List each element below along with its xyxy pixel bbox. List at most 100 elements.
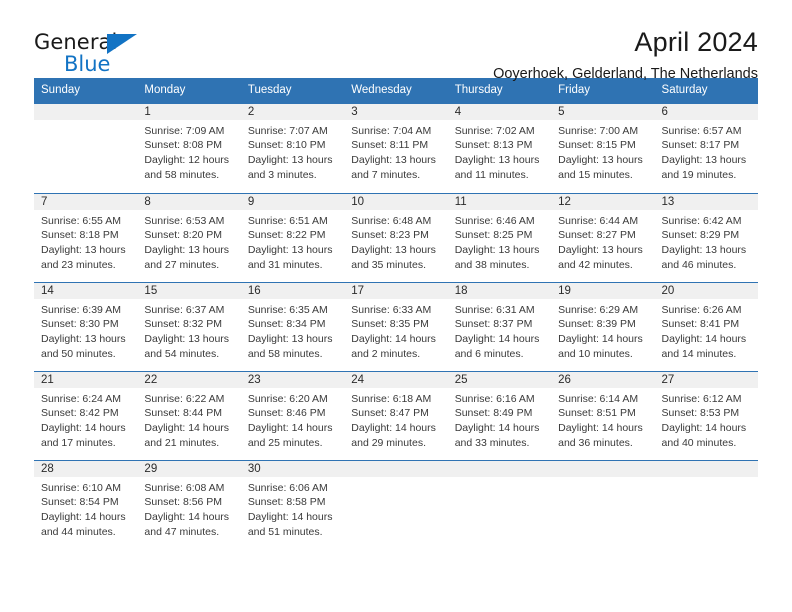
day-cell[interactable]: 26 Sunrise: 6:14 AM Sunset: 8:51 PM Dayligh…: [551, 371, 655, 460]
day-sunset-text: Sunset: 8:46 PM: [247, 407, 326, 420]
page-header: General Blue April 2024 Ooyerhoek, Gelde…: [0, 0, 792, 81]
day-number: 3: [344, 103, 448, 120]
day-details: Sunrise: 6:16 AM Sunset: 8:49 PM Daylight:…: [448, 388, 551, 452]
day-daylight-1-text: Daylight: 13 hours: [558, 244, 643, 257]
day-daylight-2-text: and 7 minutes.: [351, 169, 421, 182]
day-details: Sunrise: 6:26 AM Sunset: 8:41 PM Daylight:…: [655, 299, 758, 363]
day-cell[interactable]: 6 Sunrise: 6:57 AM Sunset: 8:17 PM Daylight…: [654, 103, 758, 193]
day-details: Sunrise: 6:14 AM Sunset: 8:51 PM Daylight:…: [551, 388, 654, 452]
weekday-header-tuesday: Tuesday: [247, 84, 292, 96]
day-cell[interactable]: 28 Sunrise: 6:10 AM Sunset: 8:54 PM Dayligh…: [34, 460, 138, 549]
day-cell[interactable]: 11 Sunrise: 6:46 AM Sunset: 8:25 PM Dayligh…: [447, 193, 552, 282]
day-cell[interactable]: 23 Sunrise: 6:20 AM Sunset: 8:46 PM Dayligh…: [240, 371, 345, 460]
day-cell[interactable]: 1 Sunrise: 7:09 AM Sunset: 8:08 PM Daylight…: [137, 103, 241, 193]
day-cell[interactable]: 4 Sunrise: 7:02 AM Sunset: 8:13 PM Daylight…: [447, 103, 552, 193]
day-sunset-text: Sunset: 8:20 PM: [144, 229, 223, 242]
day-details: Sunrise: 6:18 AM Sunset: 8:47 PM Daylight:…: [344, 388, 447, 452]
day-daylight-1-text: Daylight: 13 hours: [41, 333, 126, 346]
day-sunset-text: Sunset: 8:58 PM: [247, 496, 326, 509]
day-cell[interactable]: 17 Sunrise: 6:33 AM Sunset: 8:35 PM Dayligh…: [344, 282, 448, 371]
day-cell[interactable]: 27 Sunrise: 6:12 AM Sunset: 8:53 PM Dayligh…: [654, 371, 758, 460]
day-details: Sunrise: 6:48 AM Sunset: 8:23 PM Daylight:…: [344, 210, 447, 274]
day-number: 19: [551, 282, 655, 299]
day-sunset-text: Sunset: 8:54 PM: [41, 496, 119, 509]
day-cell[interactable]: 16 Sunrise: 6:35 AM Sunset: 8:34 PM Dayligh…: [240, 282, 345, 371]
day-cell[interactable]: 12 Sunrise: 6:44 AM Sunset: 8:27 PM Dayligh…: [551, 193, 655, 282]
day-cell[interactable]: 9 Sunrise: 6:51 AM Sunset: 8:22 PM Daylight…: [240, 193, 345, 282]
day-cell[interactable]: 13 Sunrise: 6:42 AM Sunset: 8:29 PM Dayligh…: [654, 193, 758, 282]
day-cell[interactable]: 20 Sunrise: 6:26 AM Sunset: 8:41 PM Dayligh…: [654, 282, 758, 371]
brand-logo[interactable]: General Blue: [34, 32, 234, 80]
day-daylight-2-text: and 47 minutes.: [144, 526, 220, 539]
day-cell[interactable]: 7 Sunrise: 6:55 AM Sunset: 8:18 PM Daylight…: [34, 193, 138, 282]
day-daylight-2-text: and 46 minutes.: [661, 259, 737, 272]
brand-name-general: General: [34, 30, 118, 54]
day-daylight-1-text: Daylight: 14 hours: [41, 511, 126, 524]
day-sunset-text: Sunset: 8:17 PM: [661, 139, 740, 152]
day-cell[interactable]: 18 Sunrise: 6:31 AM Sunset: 8:37 PM Dayligh…: [447, 282, 552, 371]
weekday-header-wednesday: Wednesday: [351, 84, 412, 96]
day-daylight-2-text: and 6 minutes.: [454, 348, 524, 361]
day-sunrise-text: Sunrise: 6:55 AM: [41, 214, 121, 227]
day-daylight-1-text: Daylight: 13 hours: [41, 244, 126, 257]
day-cell[interactable]: 15 Sunrise: 6:37 AM Sunset: 8:32 PM Dayligh…: [137, 282, 241, 371]
day-number: 26: [551, 371, 655, 388]
day-sunset-text: Sunset: 8:11 PM: [351, 139, 429, 152]
day-cell[interactable]: 8 Sunrise: 6:53 AM Sunset: 8:20 PM Daylight…: [137, 193, 241, 282]
day-number: 17: [344, 282, 448, 299]
day-number: 8: [137, 193, 241, 210]
day-cell[interactable]: 22 Sunrise: 6:22 AM Sunset: 8:44 PM Dayligh…: [137, 371, 241, 460]
day-daylight-1-text: Daylight: 14 hours: [661, 422, 747, 435]
day-daylight-2-text: and 44 minutes.: [41, 526, 116, 539]
day-details: Sunrise: 6:39 AM Sunset: 8:30 PM Daylight:…: [34, 299, 137, 363]
day-number: 15: [137, 282, 241, 299]
day-details: Sunrise: 6:22 AM Sunset: 8:44 PM Daylight:…: [137, 388, 240, 452]
day-sunrise-text: Sunrise: 7:04 AM: [351, 124, 432, 137]
day-daylight-2-text: and 17 minutes.: [41, 437, 116, 450]
day-number: [551, 460, 655, 477]
day-daylight-2-text: and 10 minutes.: [558, 348, 633, 361]
day-cell[interactable]: 19 Sunrise: 6:29 AM Sunset: 8:39 PM Dayligh…: [551, 282, 655, 371]
day-cell[interactable]: 3 Sunrise: 7:04 AM Sunset: 8:11 PM Daylight…: [344, 103, 448, 193]
day-daylight-2-text: and 15 minutes.: [558, 169, 633, 182]
page-subtitle: Ooyerhoek, Gelderland, The Netherlands: [493, 65, 758, 82]
day-number: 9: [240, 193, 345, 210]
day-number: 12: [551, 193, 655, 210]
day-daylight-1-text: Daylight: 13 hours: [661, 244, 747, 257]
day-sunrise-text: Sunrise: 6:51 AM: [247, 214, 328, 227]
day-daylight-2-text: and 38 minutes.: [454, 259, 530, 272]
day-details: Sunrise: 6:10 AM Sunset: 8:54 PM Daylight:…: [34, 477, 137, 541]
day-number: 4: [447, 103, 552, 120]
day-daylight-2-text: and 14 minutes.: [661, 348, 737, 361]
day-cell[interactable]: 10 Sunrise: 6:48 AM Sunset: 8:23 PM Dayligh…: [344, 193, 448, 282]
day-daylight-2-text: and 29 minutes.: [351, 437, 426, 450]
day-daylight-1-text: Daylight: 14 hours: [41, 422, 126, 435]
day-daylight-2-text: and 31 minutes.: [247, 259, 323, 272]
calendar-week-row: 7 Sunrise: 6:55 AM Sunset: 8:18 PM Daylight…: [34, 192, 758, 282]
day-daylight-1-text: Daylight: 13 hours: [454, 244, 540, 257]
day-cell[interactable]: 29 Sunrise: 6:08 AM Sunset: 8:56 PM Dayligh…: [137, 460, 241, 549]
day-cell[interactable]: 24 Sunrise: 6:18 AM Sunset: 8:47 PM Dayligh…: [344, 371, 448, 460]
day-sunrise-text: Sunrise: 6:12 AM: [661, 392, 742, 405]
day-cell[interactable]: 14 Sunrise: 6:39 AM Sunset: 8:30 PM Dayligh…: [34, 282, 138, 371]
day-sunset-text: Sunset: 8:44 PM: [144, 407, 223, 420]
day-number: [654, 460, 758, 477]
day-daylight-2-text: and 19 minutes.: [661, 169, 737, 182]
day-number: [34, 103, 138, 120]
day-cell[interactable]: 2 Sunrise: 7:07 AM Sunset: 8:10 PM Daylight…: [240, 103, 345, 193]
day-sunrise-text: Sunrise: 6:48 AM: [351, 214, 432, 227]
day-cell[interactable]: 25 Sunrise: 6:16 AM Sunset: 8:49 PM Dayligh…: [447, 371, 552, 460]
calendar-week-row: 21 Sunrise: 6:24 AM Sunset: 8:42 PM Dayligh…: [34, 370, 758, 460]
day-cell[interactable]: 21 Sunrise: 6:24 AM Sunset: 8:42 PM Dayligh…: [34, 371, 138, 460]
day-cell[interactable]: 30 Sunrise: 6:06 AM Sunset: 8:58 PM Dayligh…: [240, 460, 345, 549]
day-details: Sunrise: 6:08 AM Sunset: 8:56 PM Daylight:…: [137, 477, 240, 541]
day-number: 25: [447, 371, 552, 388]
day-number: 24: [344, 371, 448, 388]
day-sunset-text: Sunset: 8:41 PM: [661, 318, 740, 331]
day-sunrise-text: Sunrise: 7:07 AM: [247, 124, 328, 137]
day-daylight-1-text: Daylight: 13 hours: [144, 333, 230, 346]
day-sunset-text: Sunset: 8:32 PM: [144, 318, 223, 331]
day-cell[interactable]: 5 Sunrise: 7:00 AM Sunset: 8:15 PM Daylight…: [551, 103, 655, 193]
day-daylight-1-text: Daylight: 13 hours: [454, 154, 540, 167]
day-sunset-text: Sunset: 8:10 PM: [247, 139, 326, 152]
